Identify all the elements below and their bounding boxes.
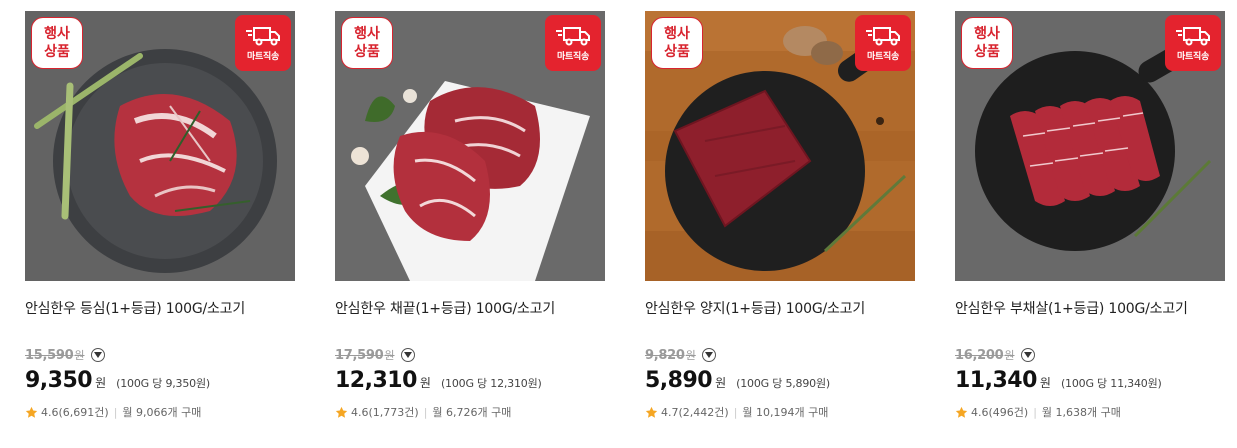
original-price: 17,590: [335, 347, 384, 363]
monthly-sales: 월 6,726개 구매: [432, 406, 512, 419]
price-info-button[interactable]: [701, 348, 716, 362]
rating-value: 4.6: [351, 405, 369, 419]
star-icon: [25, 406, 38, 418]
sale-price: 11,340: [955, 368, 1037, 393]
product-card[interactable]: 행사 상품 마트직송 안심한우 부채살(1+등급) 100G/소고기 16,20…: [955, 11, 1225, 420]
caret-down-icon: [93, 352, 102, 358]
divider: |: [113, 405, 118, 419]
original-price-unit: 원: [685, 349, 696, 362]
delivery-truck-icon: [246, 26, 280, 45]
original-price-row: 17,590 원: [335, 346, 605, 364]
rating-row: 4.6 (496건) | 월 1,638개 구매: [955, 404, 1225, 420]
sale-price: 5,890: [645, 368, 713, 393]
monthly-sales: 월 10,194개 구매: [742, 406, 829, 419]
original-price-row: 16,200 원: [955, 346, 1225, 364]
product-card[interactable]: 행사 상품 마트직송 안심한우 채끝(1+등급) 100G/소고기 17,590…: [335, 11, 605, 420]
product-title[interactable]: 안심한우 채끝(1+등급) 100G/소고기: [335, 299, 605, 319]
unit-price: (100G 당 9,350원): [116, 377, 210, 390]
delivery-truck-icon: [866, 26, 900, 45]
sale-price-unit: 원: [419, 376, 431, 390]
delivery-truck-icon: [1176, 26, 1210, 45]
event-badge: 행사 상품: [341, 17, 393, 69]
product-title[interactable]: 안심한우 부채살(1+등급) 100G/소고기: [955, 299, 1225, 319]
price-info-button[interactable]: [90, 348, 105, 362]
unit-price: (100G 당 5,890원): [736, 377, 830, 390]
mart-delivery-badge: 마트직송: [545, 15, 601, 71]
original-price: 16,200: [955, 347, 1004, 363]
price-info-button[interactable]: [400, 348, 415, 362]
mart-delivery-badge: 마트직송: [1165, 15, 1221, 71]
sale-price-row: 11,340 원 (100G 당 11,340원): [955, 368, 1225, 396]
star-icon: [645, 406, 658, 418]
product-grid: 행사 상품 마트직송 안심한우 등심(1+등급) 100G/소고기 15,590…: [0, 0, 1237, 448]
original-price-unit: 원: [384, 349, 395, 362]
review-count: (6,691건): [58, 406, 109, 419]
divider: |: [733, 405, 738, 419]
monthly-sales: 월 1,638개 구매: [1041, 406, 1121, 419]
sale-price: 12,310: [335, 368, 417, 393]
sale-price-row: 5,890 원 (100G 당 5,890원): [645, 368, 915, 396]
caret-down-icon: [704, 352, 713, 358]
rating-value: 4.6: [41, 405, 59, 419]
unit-price: (100G 당 11,340원): [1060, 377, 1162, 390]
price-info-button[interactable]: [1020, 348, 1035, 362]
rating-value: 4.7: [661, 405, 679, 419]
divider: |: [423, 405, 428, 419]
product-image[interactable]: 행사 상품 마트직송: [955, 11, 1225, 281]
product-title[interactable]: 안심한우 등심(1+등급) 100G/소고기: [25, 299, 295, 319]
sale-price-unit: 원: [1039, 376, 1051, 390]
event-badge: 행사 상품: [651, 17, 703, 69]
original-price-unit: 원: [74, 349, 85, 362]
divider: |: [1033, 405, 1037, 419]
unit-price: (100G 당 12,310원): [440, 377, 542, 390]
review-count: (2,442건): [678, 406, 729, 419]
product-title[interactable]: 안심한우 양지(1+등급) 100G/소고기: [645, 299, 915, 319]
original-price-unit: 원: [1004, 349, 1015, 362]
product-card[interactable]: 행사 상품 마트직송 안심한우 양지(1+등급) 100G/소고기 9,820 …: [645, 11, 915, 420]
review-count: (1,773건): [368, 406, 419, 419]
event-badge: 행사 상품: [31, 17, 83, 69]
original-price-row: 9,820 원: [645, 346, 915, 364]
product-image[interactable]: 행사 상품 마트직송: [25, 11, 295, 281]
review-count: (496건): [988, 406, 1029, 419]
caret-down-icon: [403, 352, 412, 358]
original-price: 15,590: [25, 347, 74, 363]
product-image[interactable]: 행사 상품 마트직송: [335, 11, 605, 281]
sale-price-row: 9,350 원 (100G 당 9,350원): [25, 368, 295, 396]
sale-price-unit: 원: [95, 376, 107, 390]
sale-price: 9,350: [25, 368, 93, 393]
original-price: 9,820: [645, 347, 685, 363]
rating-value: 4.6: [971, 405, 989, 419]
sale-price-unit: 원: [715, 376, 727, 390]
rating-row: 4.7 (2,442건) | 월 10,194개 구매: [645, 404, 915, 420]
rating-row: 4.6 (1,773건) | 월 6,726개 구매: [335, 404, 605, 420]
monthly-sales: 월 9,066개 구매: [122, 406, 202, 419]
product-card[interactable]: 행사 상품 마트직송 안심한우 등심(1+등급) 100G/소고기 15,590…: [25, 11, 295, 420]
rating-row: 4.6 (6,691건) | 월 9,066개 구매: [25, 404, 295, 420]
product-image[interactable]: 행사 상품 마트직송: [645, 11, 915, 281]
delivery-truck-icon: [556, 26, 590, 45]
event-badge: 행사 상품: [961, 17, 1013, 69]
caret-down-icon: [1023, 352, 1032, 358]
sale-price-row: 12,310 원 (100G 당 12,310원): [335, 368, 605, 396]
original-price-row: 15,590 원: [25, 346, 295, 364]
mart-delivery-badge: 마트직송: [855, 15, 911, 71]
star-icon: [335, 406, 348, 418]
star-icon: [955, 406, 968, 418]
mart-delivery-badge: 마트직송: [235, 15, 291, 71]
